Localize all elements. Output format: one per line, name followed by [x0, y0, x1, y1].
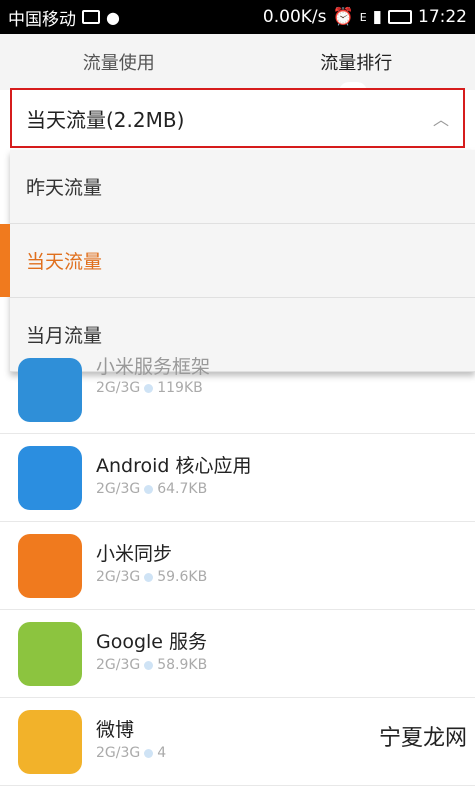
weibo-icon	[18, 710, 82, 774]
menu-item-today[interactable]: 当天流量	[10, 224, 475, 298]
network-type: 2G/3G	[96, 569, 140, 585]
network-speed: 0.00K/s	[263, 7, 327, 27]
chevron-up-icon: ︿	[433, 106, 449, 130]
app-name: 微博	[96, 715, 134, 742]
menu-item-label: 当月流量	[26, 321, 102, 348]
menu-item-yesterday[interactable]: 昨天流量	[10, 150, 475, 224]
tab-usage[interactable]: 流量使用	[0, 34, 238, 90]
usage-amount: 58.9KB	[157, 657, 207, 673]
clock: 17:22	[418, 7, 467, 27]
app-meta: 2G/3G 58.9KB	[96, 657, 207, 673]
network-type: 2G/3G	[96, 657, 140, 673]
tab-bar: 流量使用 流量排行	[0, 34, 475, 90]
network-type: 2G/3G	[96, 481, 140, 497]
usage-amount: 119KB	[157, 380, 203, 396]
menu-item-label: 当天流量	[26, 247, 102, 274]
qq-icon: ●	[106, 8, 120, 27]
usage-amount: 59.6KB	[157, 569, 207, 585]
app-name: 小米服务框架	[96, 352, 210, 379]
usage-dot-icon	[144, 749, 153, 758]
app-meta: 2G/3G 64.7KB	[96, 481, 207, 497]
mi-sync-icon	[18, 534, 82, 598]
usage-dot-icon	[144, 573, 153, 582]
network-type: 2G/3G	[96, 745, 140, 761]
usage-dot-icon	[144, 661, 153, 670]
watermark: 宁夏龙网	[379, 720, 467, 752]
alarm-icon: ⏰	[333, 7, 354, 27]
tab-usage-label: 流量使用	[83, 49, 155, 75]
menu-item-label: 昨天流量	[26, 173, 102, 200]
usage-amount: 4	[157, 745, 166, 761]
signal-type: E	[360, 11, 367, 24]
app-name: Android 核心应用	[96, 451, 252, 478]
battery-icon	[388, 10, 412, 24]
usage-amount: 64.7KB	[157, 481, 207, 497]
carrier-label: 中国移动	[8, 5, 76, 30]
tab-ranking-label: 流量排行	[320, 49, 392, 75]
dropdown-menu: 昨天流量 当天流量 当月流量	[10, 150, 475, 372]
image-icon	[82, 10, 100, 24]
dropdown-selected-label: 当天流量(2.2MB)	[26, 104, 184, 133]
app-meta: 2G/3G 4	[96, 745, 166, 761]
app-name: Google 服务	[96, 627, 207, 654]
android-icon	[18, 622, 82, 686]
app-name: 小米同步	[96, 539, 172, 566]
list-item[interactable]: Android 核心应用 2G/3G 64.7KB	[0, 434, 475, 522]
period-dropdown[interactable]: 当天流量(2.2MB) ︿	[10, 88, 465, 148]
usage-dot-icon	[144, 485, 153, 494]
network-type: 2G/3G	[96, 380, 140, 396]
user-icon	[18, 446, 82, 510]
list-item[interactable]: 小米同步 2G/3G 59.6KB	[0, 522, 475, 610]
signal-icon: ▮	[373, 7, 382, 27]
usage-dot-icon	[144, 384, 153, 393]
mi-framework-icon	[18, 358, 82, 422]
app-meta: 2G/3G 119KB	[96, 380, 203, 396]
list-item[interactable]: 小米服务框架 2G/3G 119KB	[0, 358, 475, 434]
app-meta: 2G/3G 59.6KB	[96, 569, 207, 585]
status-bar: 中国移动 ● 0.00K/s ⏰ E ▮ 17:22	[0, 0, 475, 34]
list-item[interactable]: Google 服务 2G/3G 58.9KB	[0, 610, 475, 698]
